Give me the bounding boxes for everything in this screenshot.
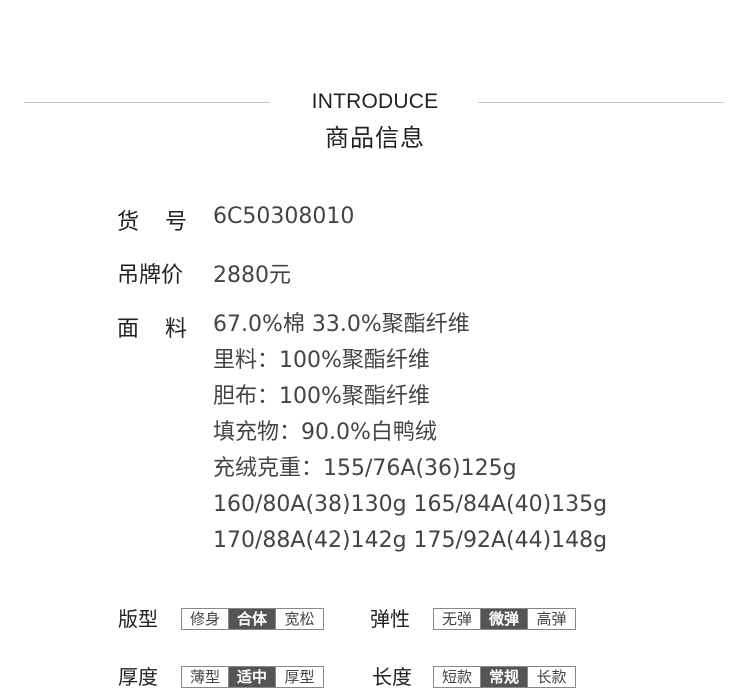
attr-thickness-scale: 薄型 适中 厚型: [181, 666, 324, 688]
price-value: 2880元: [213, 263, 291, 288]
attr-length-option: 长款: [528, 667, 575, 687]
sku-value: 6C50308010: [213, 204, 355, 229]
fabric-line: 充绒克重：155/76A(36)125g: [213, 456, 517, 481]
attr-length-option: 短款: [434, 667, 481, 687]
attr-elasticity-option: 高弹: [528, 609, 575, 629]
fabric-line: 160/80A(38)130g 165/84A(40)135g: [213, 492, 608, 517]
header-title-cn: 商品信息: [325, 124, 425, 152]
header-title-en: INTRODUCE: [311, 90, 439, 113]
attr-length-label: 长度: [372, 665, 412, 689]
attr-thickness-option: 厚型: [276, 667, 323, 687]
fabric-line: 填充物：90.0%白鸭绒: [213, 420, 437, 445]
attr-fit-scale: 修身 合体 宽松: [181, 608, 324, 630]
sku-label-char-1: 货: [117, 210, 140, 235]
price-label: 吊牌价: [117, 257, 187, 289]
fabric-line: 里料：100%聚酯纤维: [213, 348, 430, 373]
attr-fit-option: 修身: [182, 609, 229, 629]
attr-elasticity-label: 弹性: [370, 607, 410, 631]
attr-thickness-option-selected: 适中: [229, 667, 276, 687]
attr-elasticity-option-selected: 微弹: [481, 609, 528, 629]
fabric-line: 67.0%棉 33.0%聚酯纤维: [213, 312, 470, 337]
attr-elasticity-option: 无弹: [434, 609, 481, 629]
fabric-label-char-1: 面: [117, 317, 140, 342]
attr-fit-option: 宽松: [276, 609, 323, 629]
sku-label: 货 号: [117, 204, 187, 236]
price-label-text: 吊牌价: [117, 263, 184, 288]
attr-fit-label: 版型: [118, 607, 158, 631]
attr-thickness-label: 厚度: [118, 665, 158, 689]
attr-thickness: 厚度 薄型 适中 厚型: [118, 665, 358, 689]
sku-label-char-2: 号: [164, 210, 187, 235]
attr-thickness-option: 薄型: [182, 667, 229, 687]
attr-length-option-selected: 常规: [481, 667, 528, 687]
fabric-label-char-2: 料: [164, 317, 187, 342]
fabric-line: 胆布：100%聚酯纤维: [213, 384, 430, 409]
attr-elasticity: 弹性 无弹 微弹 高弹: [370, 607, 610, 631]
attr-fit-option-selected: 合体: [229, 609, 276, 629]
section-header: INTRODUCE 商品信息: [0, 88, 750, 158]
attr-fit: 版型 修身 合体 宽松: [118, 607, 358, 631]
attr-length: 长度 短款 常规 长款: [372, 665, 612, 689]
fabric-line: 170/88A(42)142g 175/92A(44)148g: [213, 528, 608, 553]
attr-elasticity-scale: 无弹 微弹 高弹: [433, 608, 576, 630]
fabric-label: 面 料: [117, 311, 187, 343]
fabric-details: 67.0%棉 33.0%聚酯纤维 里料：100%聚酯纤维 胆布：100%聚酯纤维…: [213, 311, 607, 563]
attr-length-scale: 短款 常规 长款: [433, 666, 576, 688]
